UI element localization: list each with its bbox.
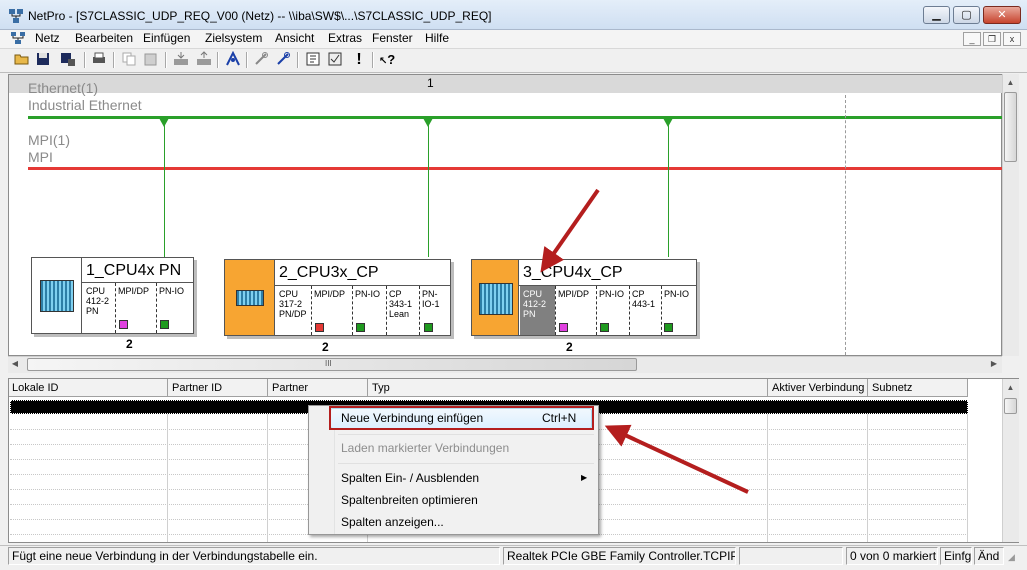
- annotation-arrows: [540, 188, 749, 494]
- status-change-mode: Änd: [974, 547, 1004, 565]
- status-insert-mode: Einfg: [940, 547, 972, 565]
- status-selection: 0 von 0 markiert: [846, 547, 938, 565]
- arrow-to-cpu-slot: [540, 188, 600, 273]
- resize-grip-icon[interactable]: ◢: [1008, 552, 1015, 563]
- status-message: Fügt eine neue Verbindung in der Verbind…: [8, 547, 500, 565]
- arrow-to-menu-item: [604, 424, 749, 494]
- status-empty: [739, 547, 843, 565]
- status-interface: Realtek PCIe GBE Family Controller.TCPIP…: [503, 547, 736, 565]
